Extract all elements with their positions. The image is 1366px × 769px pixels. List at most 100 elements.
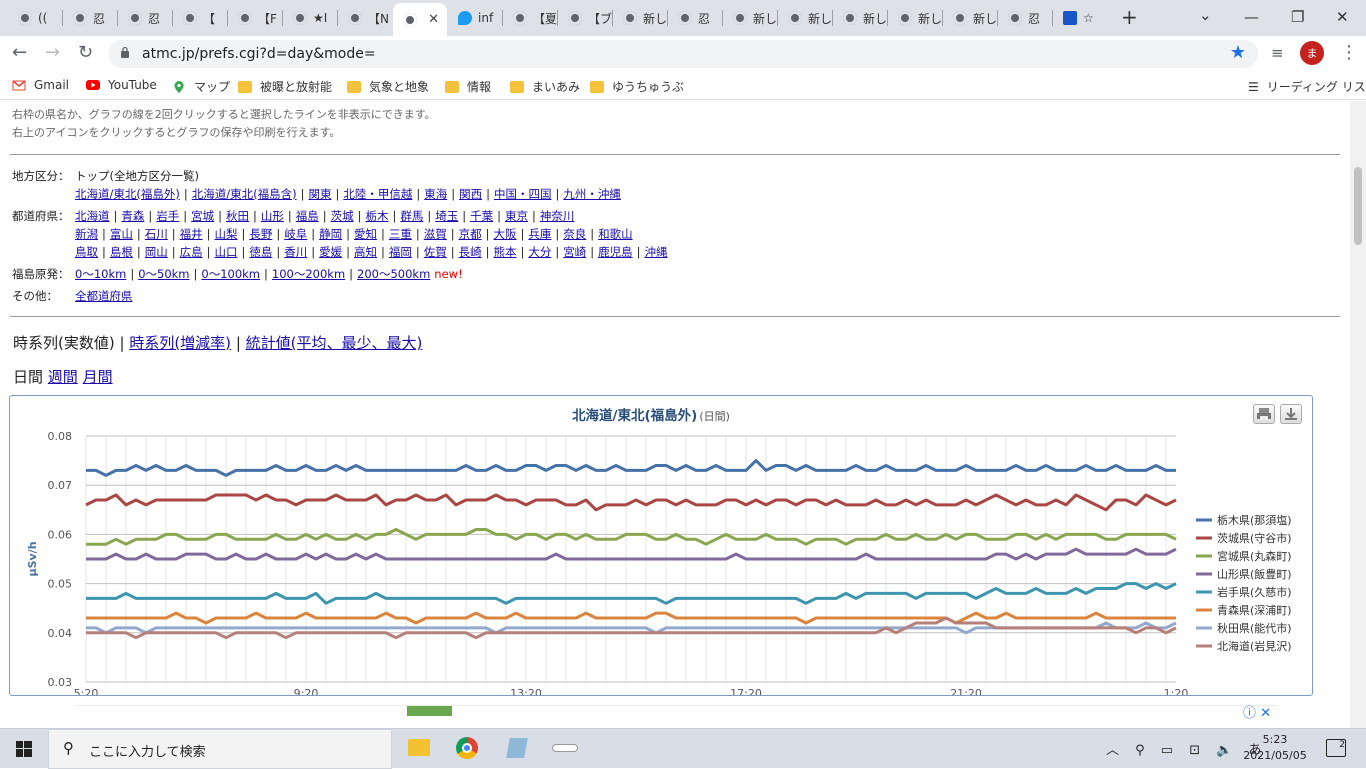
app-icon[interactable] xyxy=(552,744,578,752)
app-icon[interactable] xyxy=(506,738,528,758)
pref-link[interactable]: 福岡 xyxy=(389,245,412,259)
browser-tab[interactable]: inf xyxy=(448,4,502,32)
pref-link[interactable]: 宮崎 xyxy=(563,245,586,259)
pref-link[interactable]: 熊本 xyxy=(494,245,517,259)
bookmark-folder[interactable]: 情報 xyxy=(445,78,491,95)
browser-tab[interactable]: 新しいタ xyxy=(613,4,667,32)
browser-tab[interactable]: ☆ xyxy=(1053,4,1107,32)
pref-link[interactable]: 新潟 xyxy=(75,227,98,241)
bookmark-folder[interactable]: まいあみ xyxy=(510,78,580,95)
pref-link[interactable]: 富山 xyxy=(110,227,133,241)
region-link[interactable]: 東海 xyxy=(424,187,447,201)
pref-link[interactable]: 長崎 xyxy=(459,245,482,259)
pref-link[interactable]: 宮城 xyxy=(191,209,214,223)
bookmark-folder[interactable]: 気象と地象 xyxy=(347,78,429,95)
region-link[interactable]: 九州・沖縄 xyxy=(563,187,621,201)
back-icon[interactable]: ← xyxy=(12,42,27,63)
pref-link[interactable]: 茨城 xyxy=(331,209,354,223)
tab-active[interactable]: ✕ xyxy=(393,3,447,36)
taskbar-search[interactable]: ⚲ ここに入力して検索 xyxy=(48,729,392,769)
pref-link[interactable]: 北海道 xyxy=(75,209,110,223)
pref-link[interactable]: 奈良 xyxy=(563,227,586,241)
region-link[interactable]: 北海道/東北(福島含) xyxy=(192,187,297,201)
pref-link[interactable]: 青森 xyxy=(121,209,144,223)
all-prefs-link[interactable]: 全都道府県 xyxy=(75,289,133,303)
bookmark-maps[interactable]: マップ xyxy=(172,78,230,95)
browser-tab[interactable]: ★I xyxy=(283,4,337,32)
pref-link[interactable]: 山口 xyxy=(215,245,238,259)
period-link-month[interactable]: 月間 xyxy=(83,368,113,386)
bookmark-folder[interactable]: 被曝と放射能 xyxy=(238,78,332,95)
media-control-icon[interactable]: ≡ xyxy=(1271,44,1284,62)
pref-link[interactable]: 神奈川 xyxy=(540,209,575,223)
pref-link[interactable]: 石川 xyxy=(145,227,168,241)
pref-link[interactable]: 鹿児島 xyxy=(598,245,633,259)
browser-tab[interactable]: 【ブ xyxy=(558,4,612,32)
pref-link[interactable]: 福島 xyxy=(296,209,319,223)
avatar[interactable]: ま xyxy=(1300,41,1324,65)
region-link[interactable]: 関東 xyxy=(308,187,331,201)
region-link[interactable]: 北海道/東北(福島外) xyxy=(75,187,180,201)
windows-start-icon[interactable] xyxy=(16,741,32,757)
notification-icon[interactable]: 2 xyxy=(1326,739,1346,757)
pref-link[interactable]: 和歌山 xyxy=(598,227,633,241)
pref-link[interactable]: 岡山 xyxy=(145,245,168,259)
pref-link[interactable]: 岐阜 xyxy=(284,227,307,241)
pref-link[interactable]: 島根 xyxy=(110,245,133,259)
browser-tab[interactable]: 忍 xyxy=(998,4,1052,32)
pref-link[interactable]: 滋賀 xyxy=(424,227,447,241)
forward-icon[interactable]: → xyxy=(45,42,60,63)
pref-link[interactable]: 長野 xyxy=(249,227,272,241)
browser-tab[interactable]: 【 xyxy=(173,4,227,32)
pref-link[interactable]: 静岡 xyxy=(319,227,342,241)
region-link[interactable]: 北陸・甲信越 xyxy=(343,187,412,201)
pref-link[interactable]: 愛知 xyxy=(354,227,377,241)
reload-icon[interactable]: ↻ xyxy=(78,42,93,63)
pref-link[interactable]: 高知 xyxy=(354,245,377,259)
file-explorer-icon[interactable] xyxy=(408,739,430,756)
pref-link[interactable]: 大分 xyxy=(528,245,551,259)
pref-link[interactable]: 広島 xyxy=(180,245,203,259)
pref-link[interactable]: 東京 xyxy=(505,209,528,223)
pref-link[interactable]: 京都 xyxy=(459,227,482,241)
bookmark-youtube[interactable]: YouTube xyxy=(86,78,157,92)
browser-tab[interactable]: (( xyxy=(8,4,62,32)
region-link[interactable]: 関西 xyxy=(459,187,482,201)
fukushima-distance-link[interactable]: 0〜10km xyxy=(75,267,126,281)
fukushima-distance-link[interactable]: 0〜50km xyxy=(138,267,189,281)
tab-search-icon[interactable]: ⌄ xyxy=(1199,6,1212,24)
clock[interactable]: 5:23 2021/05/05 xyxy=(1240,732,1310,764)
new-tab-button[interactable]: + xyxy=(1121,5,1138,29)
browser-tab[interactable]: 新しいタ xyxy=(833,4,887,32)
page-scrollbar[interactable] xyxy=(1350,101,1366,728)
scrollbar-thumb[interactable] xyxy=(1354,167,1362,245)
mode-link-rate[interactable]: 時系列(増減率) xyxy=(129,334,231,352)
pref-link[interactable]: 大阪 xyxy=(494,227,517,241)
pref-link[interactable]: 埼玉 xyxy=(435,209,458,223)
region-link[interactable]: 中国・四国 xyxy=(494,187,552,201)
pref-link[interactable]: 福井 xyxy=(180,227,203,241)
close-window-icon[interactable]: ✕ xyxy=(1336,8,1349,26)
pref-link[interactable]: 鳥取 xyxy=(75,245,98,259)
browser-tab[interactable]: 新しいタ xyxy=(943,4,997,32)
pref-link[interactable]: 栃木 xyxy=(366,209,389,223)
browser-tab[interactable]: 新しいタ xyxy=(888,4,942,32)
fukushima-distance-link[interactable]: 0〜100km xyxy=(201,267,260,281)
pref-link[interactable]: 群馬 xyxy=(400,209,423,223)
browser-tab[interactable]: 新しいタ xyxy=(778,4,832,32)
reading-list-button[interactable]: ☰ リーディング リスト xyxy=(1248,78,1366,95)
maximize-icon[interactable]: ❐ xyxy=(1291,8,1304,26)
pref-link[interactable]: 山梨 xyxy=(215,227,238,241)
menu-icon[interactable]: ⋮ xyxy=(1340,42,1358,63)
pref-link[interactable]: 兵庫 xyxy=(528,227,551,241)
browser-tab[interactable]: 忍 xyxy=(118,4,172,32)
address-bar[interactable]: atmc.jp/prefs.cgi?d=day&mode= ★ xyxy=(108,40,1258,68)
bookmark-gmail[interactable]: Gmail xyxy=(12,78,69,92)
pref-link[interactable]: 三重 xyxy=(389,227,412,241)
pref-link[interactable]: 秋田 xyxy=(226,209,249,223)
pref-link[interactable]: 愛媛 xyxy=(319,245,342,259)
minimize-icon[interactable]: — xyxy=(1244,8,1259,26)
tab-close-icon[interactable]: ✕ xyxy=(428,12,439,27)
pref-link[interactable]: 山形 xyxy=(261,209,284,223)
browser-tab[interactable]: 【夏 xyxy=(503,4,557,32)
